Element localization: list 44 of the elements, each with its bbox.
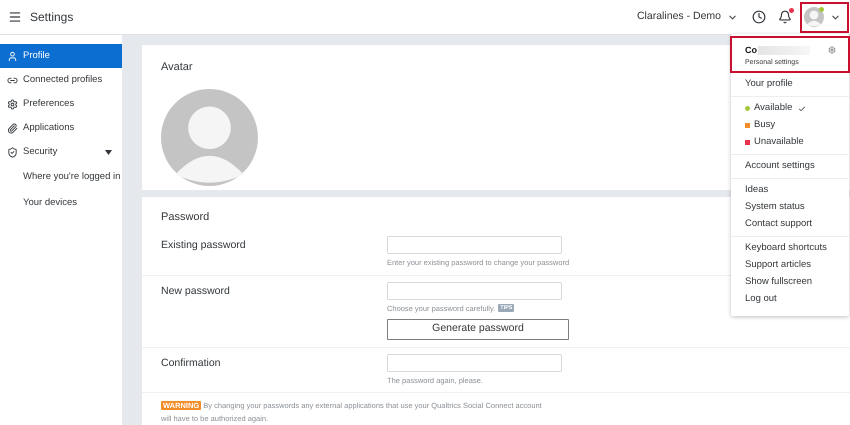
clock-icon[interactable] <box>752 10 766 24</box>
gear-icon <box>7 98 18 110</box>
sidebar-item[interactable]: Applications <box>0 116 122 140</box>
sidebar-item[interactable]: Security <box>0 140 122 164</box>
gear-icon[interactable] <box>828 46 836 54</box>
menu-item[interactable]: Show fullscreen <box>731 274 849 291</box>
field-label: Existing password <box>161 238 247 254</box>
menu-item[interactable]: Log out <box>731 291 849 308</box>
sidebar-item[interactable]: Connected profiles <box>0 68 122 92</box>
person-icon <box>7 50 18 62</box>
sidebar-item[interactable]: Preferences <box>0 92 122 116</box>
avatar-icon <box>804 7 824 27</box>
sidebar-item[interactable]: Profile <box>0 44 122 68</box>
menu-item[interactable]: Ideas <box>731 182 849 199</box>
status-option[interactable]: Unavailable <box>731 134 849 151</box>
caret-icon[interactable] <box>105 150 112 154</box>
sidebar-item[interactable]: Where you're logged in <box>0 164 122 190</box>
password-field[interactable] <box>387 354 562 372</box>
menu-item[interactable]: System status <box>731 199 849 216</box>
menu-item[interactable]: Support articles <box>731 257 849 274</box>
menu-item[interactable]: Your profile <box>731 76 849 93</box>
user-name: Co <box>745 44 757 57</box>
account-selector[interactable]: Claralines - Demo <box>636 9 738 25</box>
field-label: Confirmation <box>161 356 222 371</box>
paperclip-icon <box>7 122 18 134</box>
generate-password-button[interactable]: Generate password <box>387 318 569 340</box>
sidebar-item[interactable]: Your devices <box>0 190 122 216</box>
bell-icon[interactable] <box>778 9 792 25</box>
account-button[interactable] <box>802 4 847 30</box>
shield-icon <box>7 146 18 158</box>
section-title: Avatar <box>161 60 193 75</box>
menu-item[interactable]: Keyboard shortcuts <box>731 240 849 257</box>
page-title: Settings <box>30 9 74 26</box>
menu-item[interactable]: Account settings <box>731 158 849 175</box>
field-label: New password <box>161 284 231 298</box>
password-field[interactable] <box>387 282 562 300</box>
check-icon <box>798 104 806 112</box>
password-field[interactable] <box>387 236 562 254</box>
section-title: Password <box>161 210 210 225</box>
menu-item[interactable]: Contact support <box>731 216 849 233</box>
status-option[interactable]: Available <box>731 100 849 117</box>
status-option[interactable]: Busy <box>731 117 849 134</box>
redaction-blur <box>758 46 810 56</box>
menu-icon[interactable] <box>8 10 22 24</box>
